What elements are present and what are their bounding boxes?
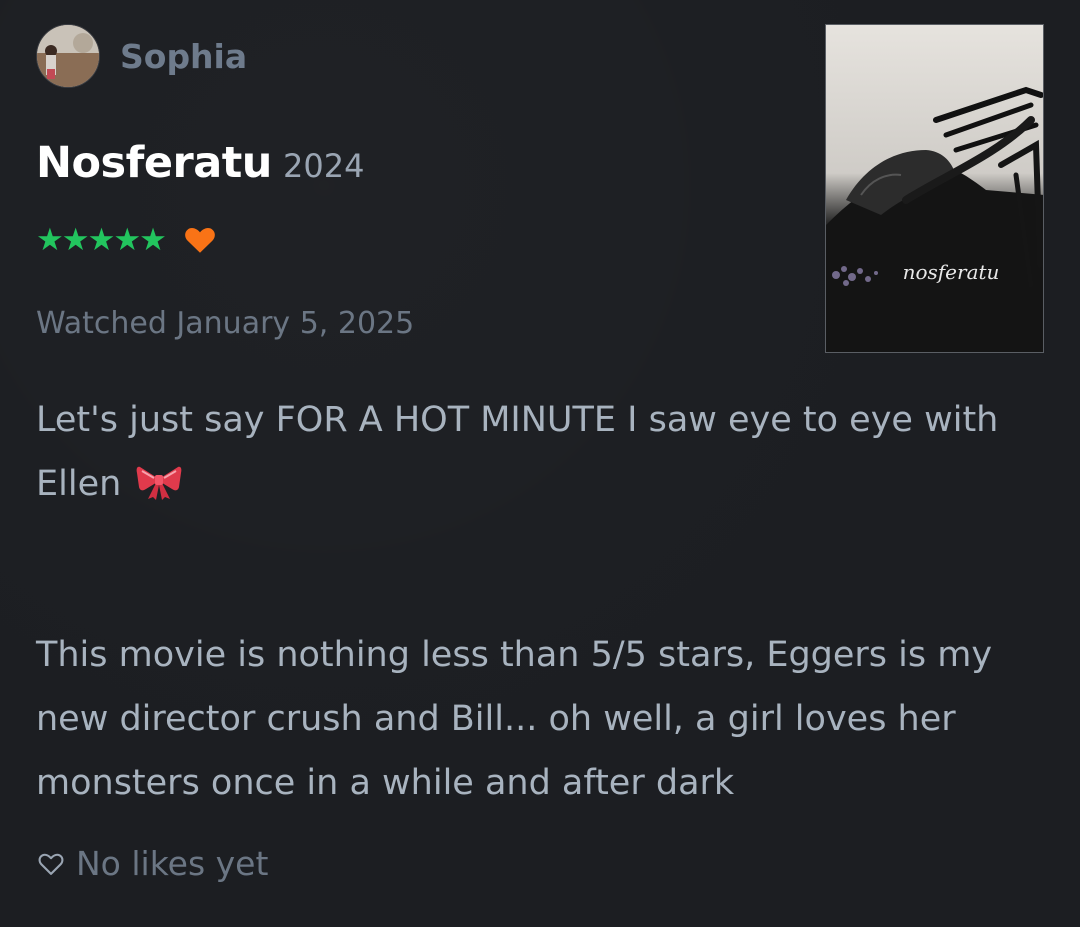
heart-outline-icon[interactable] xyxy=(36,850,66,878)
film-title-row[interactable]: Nosferatu 2024 xyxy=(36,138,364,188)
film-poster[interactable]: nosferatu xyxy=(825,24,1044,353)
poster-logo-text: nosferatu xyxy=(903,260,1000,284)
film-year[interactable]: 2024 xyxy=(283,147,364,185)
review-card: Sophia Nosferatu 2024 ★★★★★ Watched Janu… xyxy=(0,0,1080,927)
review-paragraph: Let's just say FOR A HOT MINUTE I saw ey… xyxy=(36,388,1036,522)
review-paragraph: This movie is nothing less than 5/5 star… xyxy=(36,635,993,803)
bow-icon xyxy=(136,458,182,522)
rating-row: ★★★★★ xyxy=(36,222,217,258)
watched-date: Watched January 5, 2025 xyxy=(36,306,415,341)
review-body: Let's just say FOR A HOT MINUTE I saw ey… xyxy=(36,388,1036,815)
avatar[interactable] xyxy=(36,24,100,88)
star-rating: ★★★★★ xyxy=(36,222,167,258)
reviewer-header[interactable]: Sophia xyxy=(36,24,247,88)
username[interactable]: Sophia xyxy=(120,37,247,76)
film-title[interactable]: Nosferatu xyxy=(36,138,272,188)
heart-filled-icon xyxy=(185,228,215,253)
likes-row[interactable]: No likes yet xyxy=(36,844,268,883)
likes-count[interactable]: No likes yet xyxy=(76,844,268,883)
